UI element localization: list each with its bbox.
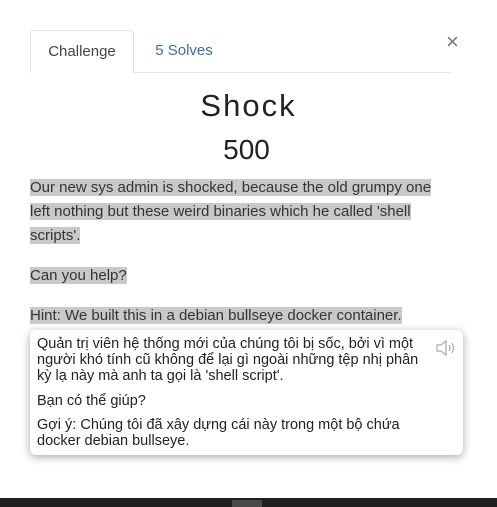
hint-text: Hint: We built this in a debian bullseye… — [30, 307, 402, 324]
description-text: Our new sys admin is shocked, because th… — [30, 179, 432, 244]
translation-line: Bạn có thể giúp? — [37, 393, 146, 409]
challenge-points: 500 — [223, 134, 270, 165]
speaker-icon[interactable] — [434, 338, 460, 358]
translation-popup: Quản trị viên hệ thống mới của chúng tôi… — [30, 330, 463, 455]
challenge-title: Shock — [200, 88, 297, 123]
translation-line: Gợi ý: Chúng tôi đã xây dựng cái này tro… — [37, 417, 400, 449]
tab-solves[interactable]: 5 Solves — [136, 30, 232, 71]
description-paragraph: Can you help? — [30, 264, 450, 288]
description-text: Can you help? — [30, 267, 127, 284]
translation-line: Quản trị viên hệ thống mới của chúng tôi… — [37, 336, 419, 384]
tab-challenge[interactable]: Challenge — [30, 30, 134, 73]
close-icon[interactable]: × — [446, 30, 459, 54]
challenge-modal: Challenge 5 Solves × Shock 500 Our new s… — [0, 0, 497, 498]
modal-tabs: Challenge 5 Solves — [30, 30, 451, 73]
hint-paragraph: Hint: We built this in a debian bullseye… — [30, 304, 450, 328]
resize-handle — [232, 500, 262, 507]
description-paragraph: Our new sys admin is shocked, because th… — [30, 176, 450, 248]
